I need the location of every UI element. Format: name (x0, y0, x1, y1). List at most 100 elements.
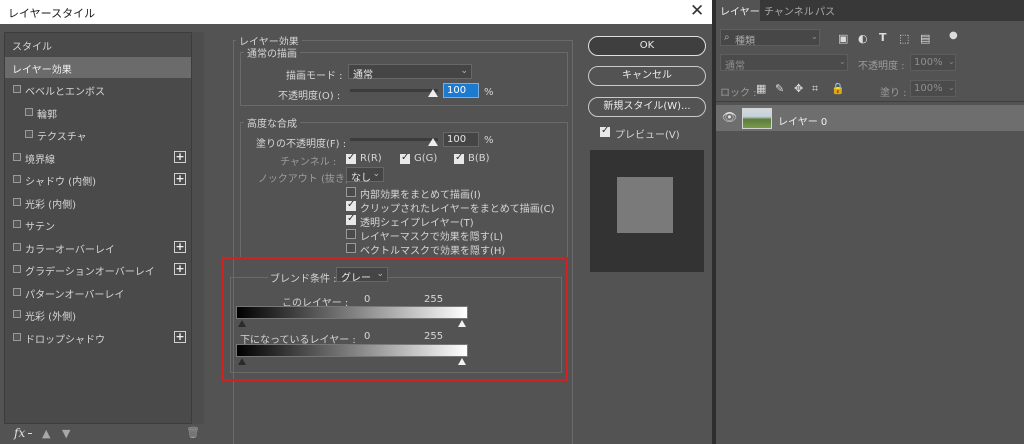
style-checkbox[interactable] (13, 85, 21, 93)
style-list-item[interactable]: 光彩 (内側) (5, 192, 191, 213)
filter-shape-icon[interactable]: ⬚ (899, 33, 909, 44)
layer-blend-mode-value: 通常 (725, 61, 745, 72)
style-checkbox[interactable] (13, 152, 21, 161)
option-checkbox-1[interactable] (346, 199, 356, 211)
channel-g-label: G(G) (414, 153, 438, 164)
style-list-item[interactable]: 輪郭 (5, 102, 191, 123)
style-list-item[interactable]: 境界線 + (5, 147, 191, 168)
style-label: 光彩 (外側) (25, 312, 76, 323)
option-checkbox-4[interactable] (346, 243, 356, 253)
style-list-item[interactable]: レイヤー効果 (5, 56, 191, 78)
style-checkbox[interactable] (13, 310, 21, 318)
filter-pixel-icon[interactable]: ▣ (838, 33, 848, 44)
underlying-black-handle[interactable] (238, 358, 246, 365)
option-label-2: 透明シェイプレイヤー(T) (360, 218, 474, 229)
fx-button[interactable]: fx (14, 426, 25, 440)
opacity-input[interactable]: 100 (443, 83, 479, 98)
chevron-down-icon: ⌄ (948, 57, 955, 66)
layer-name[interactable]: レイヤー 0 (778, 113, 827, 128)
opacity-slider-track[interactable] (350, 89, 438, 92)
style-list-item[interactable]: ドロップシャドウ + (5, 327, 191, 348)
tab-layers[interactable]: レイヤー (720, 3, 760, 18)
channel-b-checkbox[interactable] (454, 152, 464, 164)
move-up-icon[interactable]: ▲ (42, 427, 50, 440)
fill-opacity-slider-track[interactable] (350, 138, 438, 141)
layer-opacity-label: 不透明度 : (858, 61, 905, 72)
style-list-item[interactable]: テクスチャ (5, 124, 191, 145)
this-layer-black-handle[interactable] (238, 320, 246, 327)
filter-toggle-icon[interactable]: ● (949, 30, 958, 41)
style-label: ベベルとエンボス (25, 87, 105, 98)
option-label-4: ベクトルマスクで効果を隠す(H) (360, 246, 506, 257)
move-down-icon[interactable]: ▼ (62, 427, 70, 440)
filter-type-icon[interactable]: T (879, 32, 887, 43)
this-layer-gradient (236, 306, 468, 319)
style-checkbox[interactable] (13, 242, 21, 251)
filter-adjustment-icon[interactable]: ◐ (858, 33, 868, 44)
style-list-item[interactable]: スタイル (5, 34, 191, 55)
knockout-select[interactable]: なし ⌄ (346, 167, 384, 184)
this-layer-white-handle[interactable] (458, 320, 466, 327)
option-checkbox-2[interactable] (346, 213, 356, 225)
channel-r-checkbox[interactable] (346, 152, 356, 164)
close-icon[interactable]: ✕ (690, 1, 704, 21)
style-list-item[interactable]: サテン (5, 214, 191, 235)
style-label: グラデーションオーバーレイ (25, 267, 155, 278)
fill-opacity-slider-thumb[interactable] (428, 138, 438, 146)
ok-button[interactable]: OK (588, 36, 706, 56)
style-checkbox[interactable] (13, 175, 21, 183)
opacity-slider-thumb[interactable] (428, 89, 438, 97)
fx-dropdown-icon (28, 433, 32, 434)
add-icon[interactable]: + (174, 330, 186, 343)
option-label-0: 内部効果をまとめて描画(I) (360, 190, 481, 201)
underlying-white-handle[interactable] (458, 358, 466, 365)
lock-transparent-icon[interactable]: ▦ (756, 83, 766, 94)
new-style-button[interactable]: 新規スタイル(W)... (588, 97, 706, 117)
channels-label: チャンネル : (280, 157, 337, 168)
add-icon[interactable]: + (174, 173, 186, 185)
add-icon[interactable]: + (174, 263, 186, 275)
layer-fill-input[interactable]: 100% ⌄ (910, 80, 956, 97)
style-checkbox[interactable] (13, 265, 21, 273)
style-checkbox[interactable] (13, 220, 21, 228)
fill-opacity-input[interactable]: 100 (443, 132, 479, 147)
lock-label: ロック : (720, 88, 757, 99)
cancel-button[interactable]: キャンセル (588, 66, 706, 86)
blend-mode-select[interactable]: 通常 ⌄ (348, 64, 472, 81)
option-checkbox-3[interactable] (346, 229, 356, 239)
style-list-item[interactable]: ベベルとエンボス (5, 79, 191, 100)
tab-paths[interactable]: パス (815, 3, 835, 18)
style-checkbox[interactable] (25, 107, 33, 116)
style-checkbox[interactable] (13, 197, 21, 206)
trash-icon[interactable]: 🗑 (186, 426, 200, 439)
layer-opacity-input[interactable]: 100% ⌄ (910, 54, 956, 71)
style-list-item[interactable]: 光彩 (外側) (5, 304, 191, 325)
style-list-item[interactable]: シャドウ (内側) + (5, 169, 191, 190)
style-label: テクスチャ (37, 132, 87, 143)
preview-checkbox[interactable] (600, 125, 610, 137)
styles-list-scrollbar[interactable] (192, 32, 204, 424)
lock-artboard-icon[interactable]: ⌗ (812, 83, 818, 94)
style-list-item[interactable]: グラデーションオーバーレイ + (5, 259, 191, 280)
blend-if-group (230, 277, 562, 373)
filter-smart-object-icon[interactable]: ▤ (920, 33, 930, 44)
style-checkbox[interactable] (13, 332, 21, 341)
add-icon[interactable]: + (174, 240, 186, 253)
channel-g-checkbox[interactable] (400, 152, 410, 164)
style-checkbox[interactable] (25, 130, 33, 138)
lock-brush-icon[interactable]: ✎ (775, 83, 784, 94)
eye-icon[interactable]: 👁 (722, 111, 737, 123)
lock-move-icon[interactable]: ✥ (794, 83, 803, 94)
layer-blend-mode-select[interactable]: 通常 ⌄ (720, 54, 848, 72)
blend-if-select[interactable]: グレー ⌄ (336, 267, 388, 284)
option-checkbox-0[interactable] (346, 187, 356, 197)
layer-filter-select[interactable]: ⌕ 種類 ⌄ (720, 29, 820, 47)
style-list-item[interactable]: パターンオーバーレイ (5, 282, 191, 303)
tab-channels[interactable]: チャンネル (764, 3, 814, 18)
panel-divider (716, 101, 1024, 102)
style-list-item[interactable]: カラーオーバーレイ + (5, 237, 191, 258)
add-icon[interactable]: + (174, 150, 186, 163)
preview-swatch-inner (617, 177, 673, 233)
lock-all-icon[interactable]: 🔒 (831, 83, 845, 94)
style-checkbox[interactable] (13, 287, 21, 296)
